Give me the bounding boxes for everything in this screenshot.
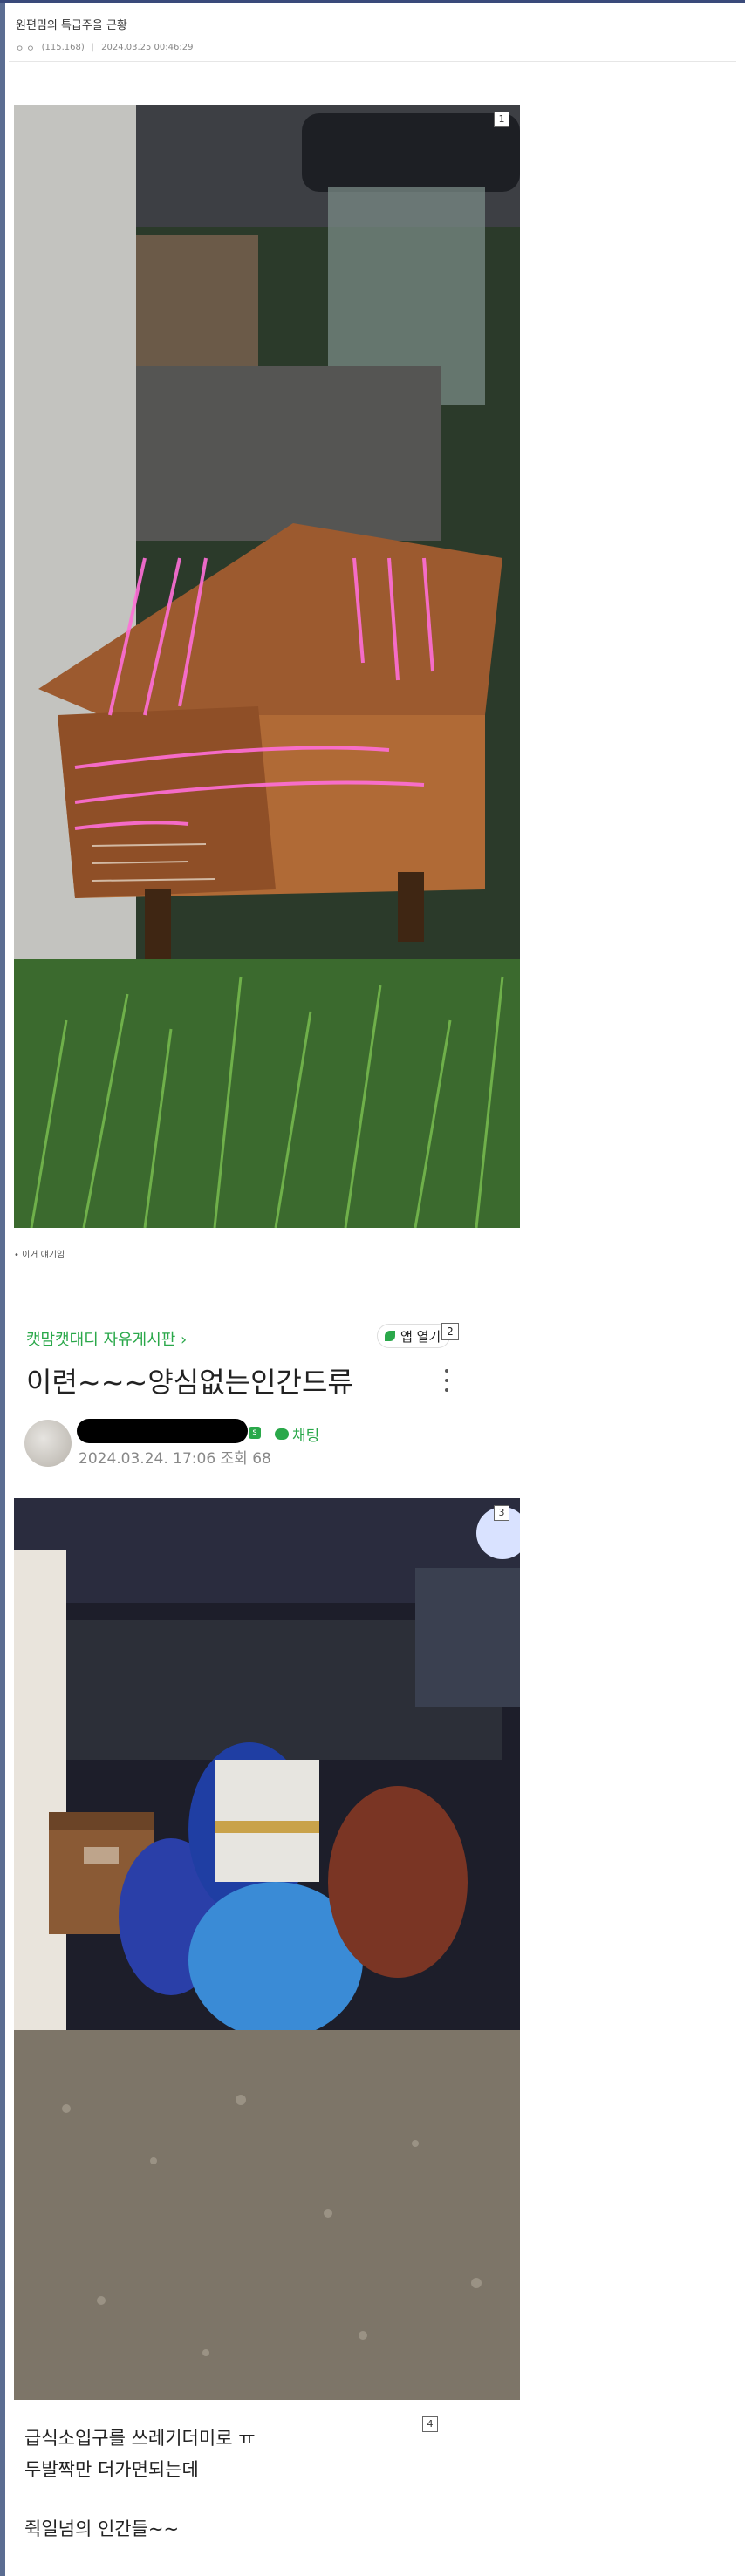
body-line-1: 급식소입구를 쓰레기더미로 ㅠ <box>24 2428 256 2449</box>
header-divider <box>9 61 736 62</box>
body-line-2: 두발짝만 더가면되는데 <box>24 2459 199 2480</box>
app-open-button[interactable]: 앱 열기 <box>377 1324 451 1348</box>
avatar[interactable] <box>24 1420 72 1467</box>
post-meta: ㅇ ㅇ (115.168) | 2024.03.25 00:46:29 <box>16 41 731 54</box>
top-border <box>0 0 745 3</box>
author-name[interactable]: ㅇ ㅇ <box>16 41 35 54</box>
chat-button[interactable]: 채팅 <box>275 1423 319 1445</box>
app-leaf-icon <box>385 1331 395 1341</box>
photo-wooden-box[interactable]: 1 <box>14 105 520 1228</box>
app-open-label: 앱 열기 <box>400 1328 441 1345</box>
left-border <box>0 3 5 2576</box>
post-title: 원편밈의 특급주을 근황 <box>16 19 127 32</box>
body-line-4: 쥑일넘의 인간들~~ <box>24 2518 180 2539</box>
chat-label: 채팅 <box>292 1428 320 1445</box>
meta-separator: | <box>91 43 95 52</box>
photo-trash-pile[interactable]: 3 <box>14 1498 520 2400</box>
image-page-badge-4: 4 <box>422 2416 438 2432</box>
cafe-post-title: 이련~~~양심없는인간드류 <box>26 1366 353 1399</box>
redacted-author-name <box>77 1419 248 1443</box>
image-page-badge-2: 2 <box>441 1323 459 1340</box>
post-header: 원편밈의 특급주을 근황 ㅇ ㅇ (115.168) | 2024.03.25 … <box>16 16 731 54</box>
cafe-post-meta: 2024.03.24. 17:06 조회 68 <box>79 1450 271 1468</box>
author-ip: (115.168) <box>41 43 85 52</box>
more-options-icon[interactable] <box>443 1369 450 1392</box>
image-caption: • 이거 얘기임 <box>14 1251 65 1260</box>
image-page-badge-3: 3 <box>494 1505 509 1521</box>
member-level-badge: s <box>249 1427 261 1439</box>
post-datetime: 2024.03.25 00:46:29 <box>101 43 194 52</box>
image-page-badge: 1 <box>494 112 509 127</box>
board-link[interactable]: 캣맘캣대디 자유게시판 › <box>26 1327 187 1350</box>
chat-bubble-icon <box>275 1428 289 1440</box>
